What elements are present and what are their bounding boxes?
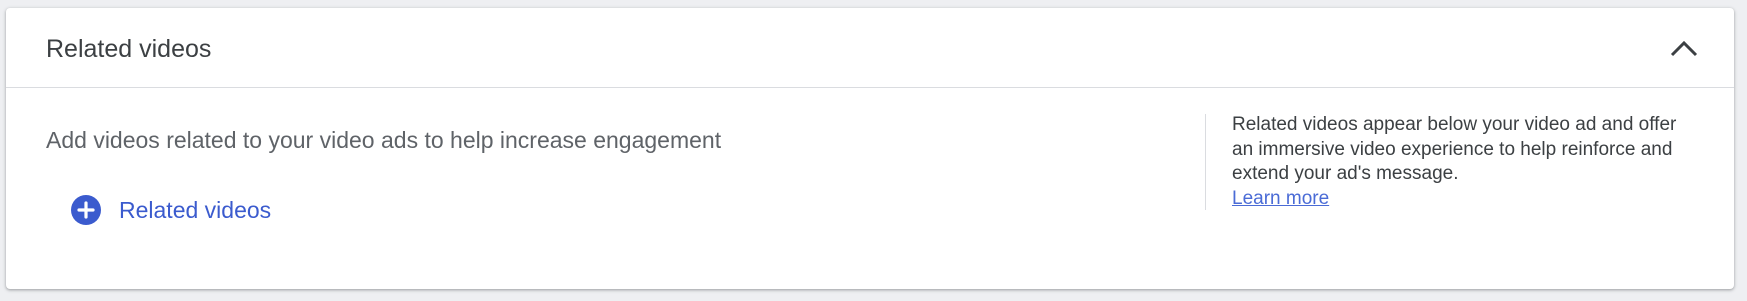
collapse-button[interactable] (1664, 28, 1704, 68)
add-related-videos-button[interactable]: Related videos (69, 192, 271, 228)
related-videos-card: Related videos Add videos related to you… (6, 8, 1734, 289)
card-header[interactable]: Related videos (6, 8, 1734, 88)
card-body: Add videos related to your video ads to … (6, 88, 1734, 289)
card-title: Related videos (46, 35, 212, 63)
add-related-videos-label: Related videos (119, 197, 272, 223)
help-panel: Related videos appear below your video a… (1232, 113, 1692, 211)
help-text: Related videos appear below your video a… (1232, 114, 1677, 184)
learn-more-link[interactable]: Learn more (1232, 188, 1329, 209)
vertical-divider (1205, 114, 1206, 210)
add-circle-icon (69, 193, 103, 227)
chevron-up-icon (1670, 40, 1698, 57)
section-description: Add videos related to your video ads to … (46, 127, 722, 153)
